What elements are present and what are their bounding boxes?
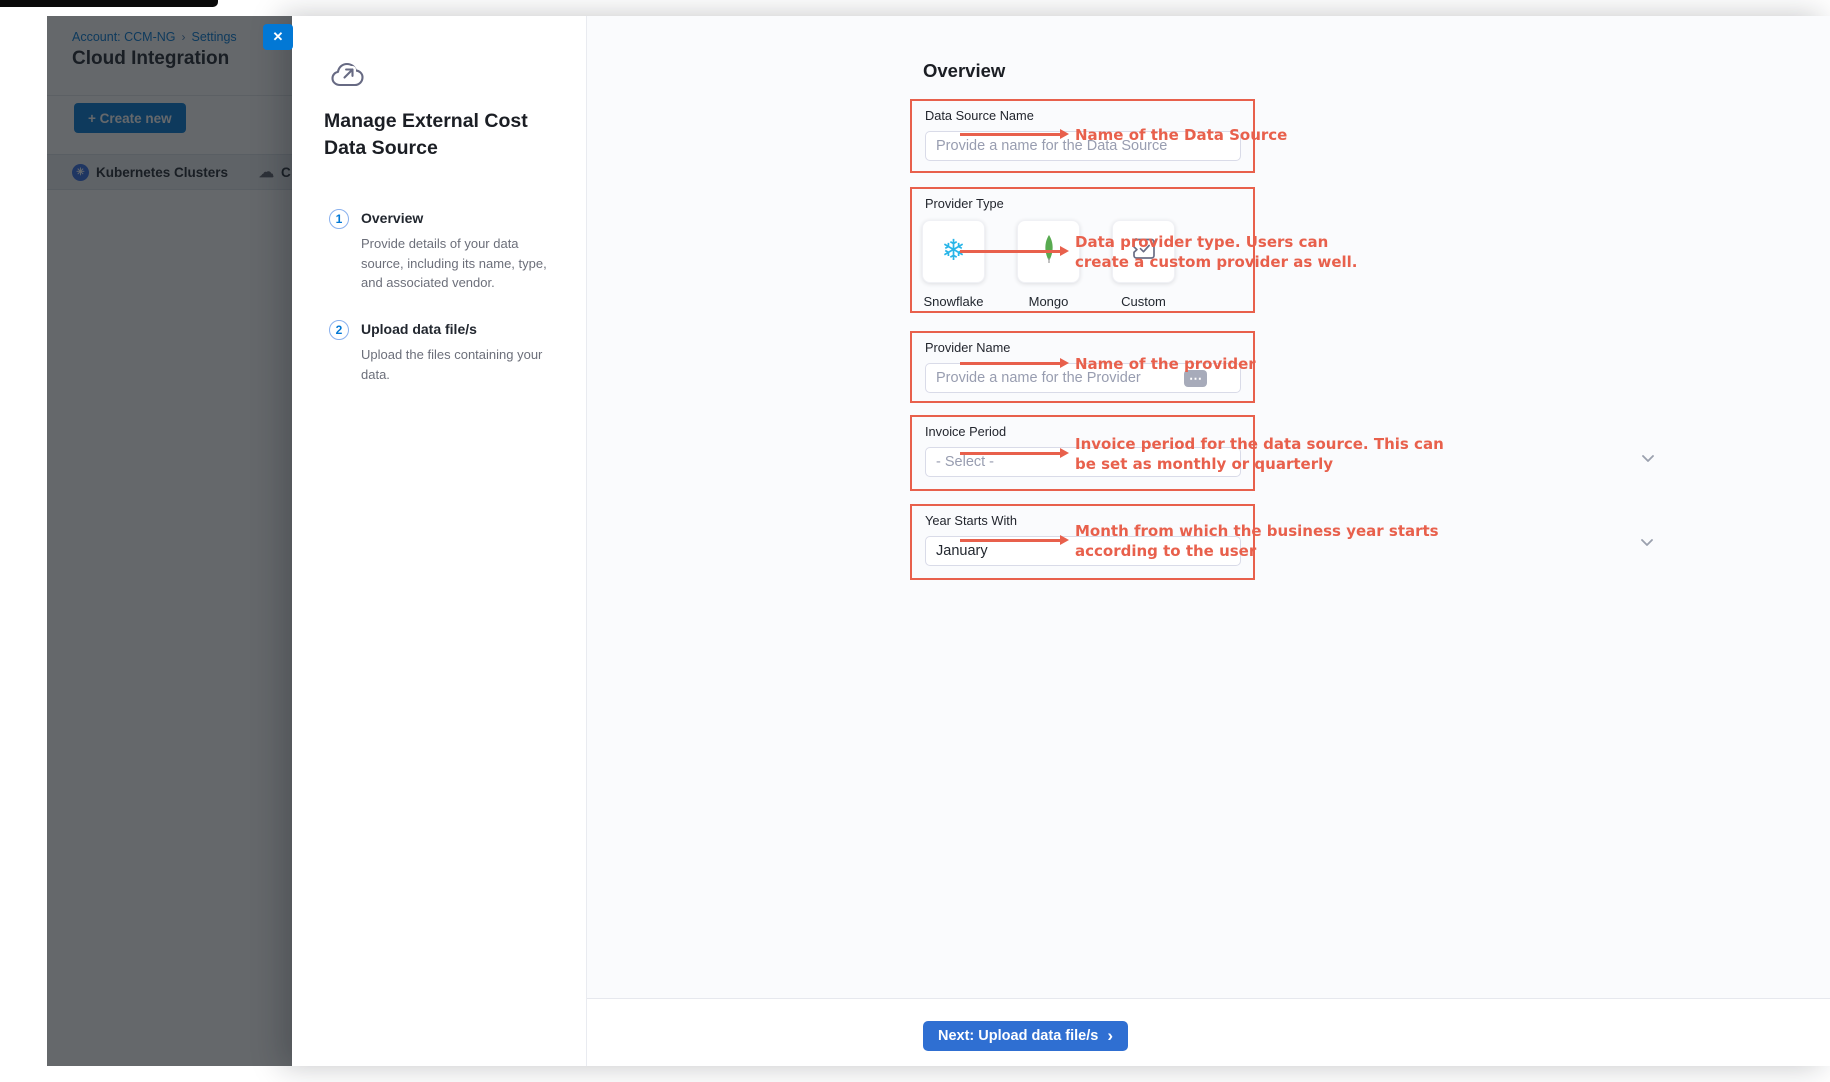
provider-type-label: Provider Type <box>925 196 1004 211</box>
provider-name-label: Provider Name <box>925 340 1010 355</box>
provider-option-label: Snowflake <box>924 294 984 309</box>
drawer-title: Manage External Cost Data Source <box>324 108 544 162</box>
manage-external-cost-drawer: Manage External Cost Data Source 1 Overv… <box>292 16 1830 1066</box>
annotation-arrow <box>960 362 1060 365</box>
annotation-text-provider-type: Data provider type. Users can create a c… <box>1075 232 1358 272</box>
annotation-arrow <box>960 452 1060 455</box>
annotation-text-year-starts: Month from which the business year start… <box>1075 521 1439 561</box>
chevron-down-icon[interactable] <box>1641 450 1655 468</box>
next-upload-data-button[interactable]: Next: Upload data file/s › <box>923 1021 1128 1051</box>
annotation-arrow <box>960 250 1060 253</box>
provider-option-snowflake[interactable]: ❄ Snowflake <box>922 220 985 309</box>
drawer-footer: Next: Upload data file/s › <box>587 998 1830 1066</box>
annotation-arrow <box>960 539 1060 542</box>
wizard-side-panel: Manage External Cost Data Source 1 Overv… <box>292 16 587 1066</box>
year-starts-with-value: January <box>936 543 988 559</box>
annotation-text-data-source: Name of the Data Source <box>1075 125 1287 145</box>
data-source-name-label: Data Source Name <box>925 108 1034 123</box>
annotation-arrow <box>960 133 1060 136</box>
year-starts-with-label: Year Starts With <box>925 513 1017 528</box>
provider-option-label: Custom <box>1121 294 1166 309</box>
provider-option-label: Mongo <box>1029 294 1069 309</box>
step-2-title: Upload data file/s <box>361 321 477 337</box>
next-button-label: Next: Upload data file/s <box>938 1028 1098 1044</box>
invoice-period-label: Invoice Period <box>925 424 1006 439</box>
modal-dim-overlay <box>47 16 292 1066</box>
annotation-text-invoice-period: Invoice period for the data source. This… <box>1075 434 1444 474</box>
step-2-indicator: 2 <box>329 320 349 340</box>
step-1-title: Overview <box>361 210 423 226</box>
close-icon: ✕ <box>273 29 284 45</box>
background-app-panel: Account: CCM-NG › Settings Cloud Integra… <box>47 16 292 1066</box>
provider-option-mongo[interactable]: Mongo <box>1017 220 1080 309</box>
ellipsis-icon: ⋯ <box>1189 373 1202 384</box>
close-drawer-button[interactable]: ✕ <box>263 24 293 50</box>
browser-top-strip <box>0 0 218 7</box>
step-number: 1 <box>336 212 343 226</box>
step-1-indicator: 1 <box>329 209 349 229</box>
annotation-text-provider-name: Name of the provider <box>1075 354 1256 374</box>
step-1-description: Provide details of your data source, inc… <box>361 234 559 293</box>
form-heading: Overview <box>923 60 1005 82</box>
chevron-right-icon: › <box>1107 1027 1113 1044</box>
step-number: 2 <box>336 323 343 337</box>
cloud-export-icon <box>330 60 366 97</box>
invoice-period-value: - Select - <box>936 454 994 470</box>
step-2-description: Upload the files containing your data. <box>361 345 559 384</box>
chevron-down-icon[interactable] <box>1640 534 1654 552</box>
screen: Account: CCM-NG › Settings Cloud Integra… <box>0 0 1830 1082</box>
overview-form-area: Overview Data Source Name Provider Type … <box>587 16 1830 1066</box>
